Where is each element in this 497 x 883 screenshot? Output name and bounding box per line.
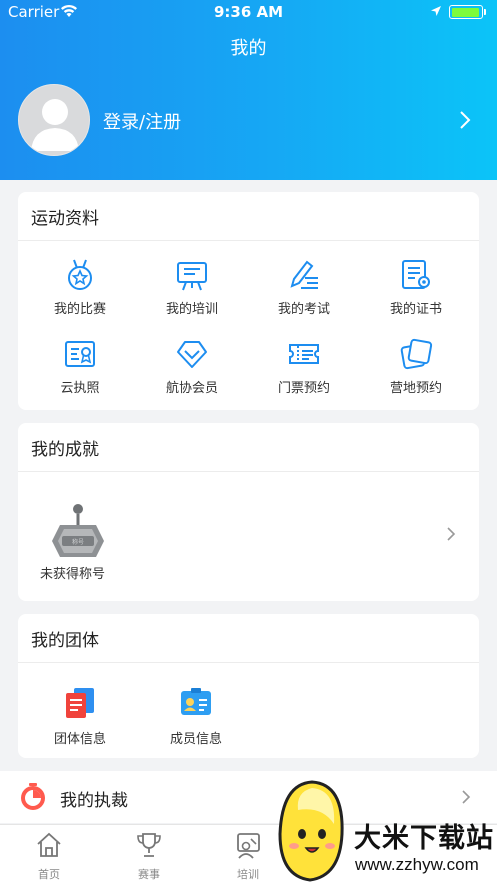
tab-events[interactable]: 赛事	[119, 831, 179, 881]
status-bar: Carrier 9:36 AM	[0, 0, 497, 26]
item-label: 团体信息	[53, 732, 106, 747]
login-register-link[interactable]: 登录/注册	[103, 108, 181, 134]
medal-icon	[68, 259, 92, 290]
rice-mascot-icon	[278, 780, 344, 882]
my-matches-item[interactable]: 我的比赛	[25, 258, 135, 328]
sports-data-card: 运动资料 我的比赛 我的培训 我的考试 我的证书 云执照 航协会员 门票预约 营…	[18, 192, 479, 410]
item-label: 我的培训	[165, 302, 218, 317]
item-label: 成员信息	[169, 732, 222, 747]
license-icon	[65, 341, 95, 367]
login-row[interactable]: 登录/注册	[18, 84, 488, 158]
chevron-right-icon[interactable]	[446, 526, 456, 542]
divider	[18, 471, 479, 472]
item-label: 我的考试	[277, 302, 330, 317]
watermark-url: www.zzhyw.com	[355, 855, 479, 874]
profile-header: Carrier 9:36 AM 我的 登录/注册	[0, 0, 497, 180]
avatar[interactable]	[18, 84, 90, 156]
site-watermark: 大米下载站 www.zzhyw.com	[272, 776, 497, 883]
card-title-team: 我的团体	[31, 631, 99, 651]
default-avatar-icon	[31, 99, 79, 151]
exam-pen-icon	[290, 260, 318, 289]
diamond-member-icon	[177, 341, 207, 368]
team-info-item[interactable]: 团体信息	[25, 686, 135, 766]
watermark-title: 大米下载站	[354, 823, 494, 854]
battery-cap	[484, 9, 486, 15]
tab-home[interactable]: 首页	[19, 831, 79, 881]
item-label: 门票预约	[277, 381, 330, 396]
item-label: 我的比赛	[53, 302, 106, 317]
page-title: 我的	[230, 38, 267, 59]
tab-label: 培训	[237, 868, 259, 881]
training-board-icon	[177, 262, 207, 291]
my-exams-item[interactable]: 我的考试	[249, 258, 359, 328]
no-title-label: 未获得称号	[40, 567, 106, 582]
item-label: 航协会员	[165, 381, 218, 396]
campsite-booking-item[interactable]: 营地预约	[361, 337, 471, 407]
tab-label: 首页	[38, 868, 60, 881]
tab-training[interactable]: 培训	[218, 831, 278, 881]
cloud-license-item[interactable]: 云执照	[25, 337, 135, 407]
divider	[18, 240, 479, 241]
ticket-booking-item[interactable]: 门票预约	[249, 337, 359, 407]
my-certificates-item[interactable]: 我的证书	[361, 258, 471, 328]
item-label: 营地预约	[389, 381, 442, 396]
item-label: 云执照	[60, 381, 100, 396]
location-arrow-icon	[431, 6, 441, 16]
ticket-icon	[289, 344, 319, 364]
my-refereeing-label: 我的执裁	[60, 791, 128, 811]
my-training-item[interactable]: 我的培训	[137, 258, 247, 328]
card-title-achievements: 我的成就	[31, 440, 99, 460]
team-document-icon	[66, 688, 94, 718]
member-info-item[interactable]: 成员信息	[141, 686, 251, 766]
training-icon	[237, 833, 260, 859]
card-title-sports-data: 运动资料	[31, 209, 99, 229]
home-icon	[37, 832, 61, 857]
team-card: 我的团体 团体信息 成员信息	[18, 614, 479, 758]
certificate-icon	[402, 260, 430, 289]
campsite-icon	[400, 338, 433, 370]
divider	[18, 662, 479, 663]
whistle-icon	[21, 783, 45, 810]
status-time: 9:36 AM	[213, 3, 284, 21]
item-label: 我的证书	[389, 302, 442, 317]
tab-label: 赛事	[138, 868, 160, 881]
battery-icon	[449, 5, 483, 19]
association-member-item[interactable]: 航协会员	[137, 337, 247, 407]
member-card-icon	[181, 688, 211, 715]
achievements-card[interactable]: 我的成就 称号 未获得称号	[18, 423, 479, 601]
chevron-right-icon	[460, 111, 471, 129]
trophy-icon	[137, 833, 161, 857]
svg-text:称号: 称号	[72, 538, 84, 546]
